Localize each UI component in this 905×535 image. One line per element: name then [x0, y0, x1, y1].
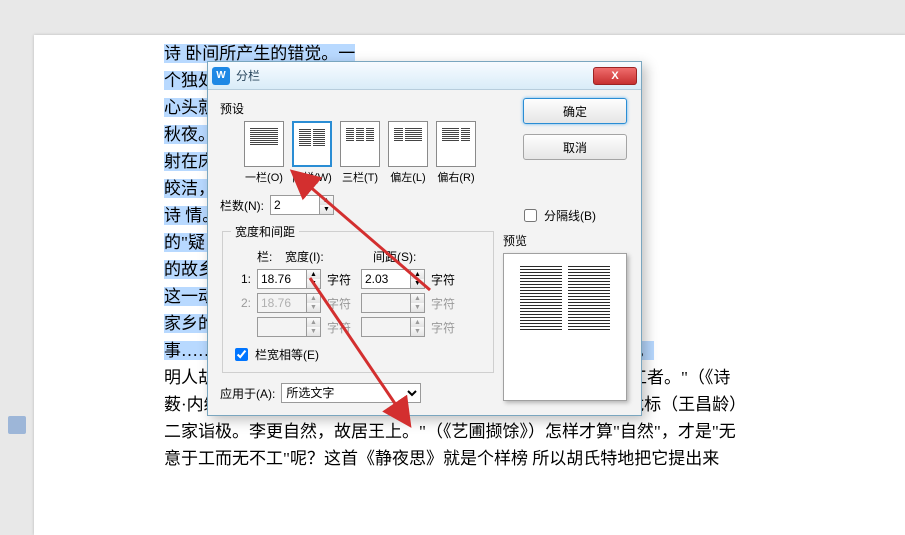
col-count-input[interactable]: [271, 196, 319, 214]
row1-spacing-unit: 字符: [431, 271, 459, 288]
divider-check-input[interactable]: [524, 209, 537, 222]
row1-spacing-spinner[interactable]: ▲▼: [361, 269, 425, 289]
close-button[interactable]: X: [593, 67, 637, 85]
row2-width-unit: 字符: [327, 295, 355, 312]
text-line[interactable]: 二家诣极。李更自然，故居王上。"（《艺圃撷馀》）怎样才算"自然"，才是"无: [164, 422, 736, 441]
row3-width-unit: 字符: [327, 319, 355, 336]
divider-label: 分隔线(B): [544, 207, 596, 224]
col-count-label: 栏数(N):: [220, 197, 264, 214]
preset-one-column[interactable]: [244, 121, 284, 167]
spin-down-icon[interactable]: ▼: [319, 205, 333, 214]
spacing-header: 间距(S):: [373, 248, 416, 265]
equal-width-check-input[interactable]: [235, 348, 248, 361]
columns-dialog: W 分栏 X 确定 取消 预设 一: [207, 61, 642, 416]
ok-button[interactable]: 确定: [523, 98, 627, 124]
width-header: 宽度(I):: [285, 248, 365, 265]
app-icon: W: [212, 67, 230, 85]
col-header: 栏:: [257, 248, 277, 265]
row2-width-spinner: ▲▼: [257, 293, 321, 313]
row3-spacing-spinner: ▲▼: [361, 317, 425, 337]
row1-idx: 1:: [231, 272, 251, 286]
row1-width-input[interactable]: [258, 270, 306, 288]
preset-label-right: 偏右(R): [436, 169, 476, 185]
cancel-button[interactable]: 取消: [523, 134, 627, 160]
row2-width-input: [258, 294, 306, 312]
equal-width-label: 栏宽相等(E): [255, 346, 319, 363]
preset-label-two: 两栏(W): [292, 169, 332, 185]
preset-two-columns[interactable]: [292, 121, 332, 167]
row2-idx: 2:: [231, 296, 251, 310]
row2-spacing-unit: 字符: [431, 295, 459, 312]
row3-spacing-unit: 字符: [431, 319, 459, 336]
equal-width-checkbox[interactable]: 栏宽相等(E): [231, 345, 485, 364]
row1-width-unit: 字符: [327, 271, 355, 288]
col-count-spinner[interactable]: ▲▼: [270, 195, 334, 215]
preset-label-three: 三栏(T): [340, 169, 380, 185]
row1-width-spinner[interactable]: ▲▼: [257, 269, 321, 289]
dialog-title: 分栏: [236, 67, 260, 84]
divider-checkbox[interactable]: 分隔线(B): [520, 206, 596, 225]
row2-spacing-input: [362, 294, 410, 312]
row3-width-spinner: ▲▼: [257, 317, 321, 337]
dialog-titlebar[interactable]: W 分栏 X: [208, 62, 641, 90]
preview-label: 预览: [503, 232, 627, 249]
preset-label-left: 偏左(L): [388, 169, 428, 185]
apply-to-select[interactable]: 所选文字: [281, 383, 421, 403]
preset-left-column[interactable]: [388, 121, 428, 167]
spin-up-icon[interactable]: ▲: [319, 196, 333, 205]
row1-spacing-input[interactable]: [362, 270, 410, 288]
apply-to-label: 应用于(A):: [220, 385, 275, 402]
row2-spacing-spinner: ▲▼: [361, 293, 425, 313]
preset-label-one: 一栏(O): [244, 169, 284, 185]
preset-right-column[interactable]: [436, 121, 476, 167]
preset-three-columns[interactable]: [340, 121, 380, 167]
text-line[interactable]: 意于工而无不工"呢？这首《静夜思》就是个样榜 所以胡氏特地把它提出来: [164, 449, 719, 468]
document-margin-icon: [8, 416, 26, 434]
width-spacing-legend: 宽度和间距: [231, 223, 299, 240]
preview-frame: [503, 253, 627, 401]
